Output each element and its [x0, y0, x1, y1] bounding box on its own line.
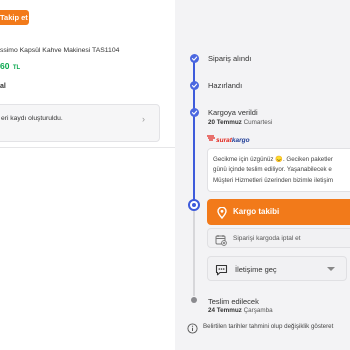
delay-message-box: Gecikme için üzgünüz 😞. Geciken paketler… [207, 148, 350, 192]
notice-text: eri kaydı oluşturuldu. [1, 115, 63, 122]
message-line: Gecikme için üzgünüz 😞. Geciken paketler [213, 156, 333, 163]
cancel-in-cargo-button[interactable]: Siparişi kargoda iptal et [207, 228, 350, 248]
check-icon [190, 108, 199, 117]
order-detail-panel: Takip et ssimo Kapsül Kahve Makinesi TAS… [0, 0, 175, 350]
chevron-right-icon: › [142, 114, 145, 124]
step-prepared: Hazırlandı [208, 81, 243, 90]
cancel-label: Siparişi kargoda iptal et [233, 235, 301, 242]
step-delivery: Teslim edilecek [208, 297, 259, 306]
carrier-logo: suratkargo [207, 129, 250, 144]
message-line: Müşteri Hizmetleri üzerinden bizimle ile… [213, 177, 334, 184]
carrier-logo-mark [207, 135, 215, 141]
product-name[interactable]: ssimo Kapsül Kahve Makinesi TAS1104 [0, 47, 175, 54]
message-line: günü içinde teslim ediliyor. Yaşanabilec… [213, 166, 332, 173]
contact-dropdown[interactable]: İletişime geç [207, 256, 347, 281]
track-cargo-label: Kargo takibi [233, 207, 280, 216]
step-shipped: Kargoya verildi [208, 108, 258, 117]
step-shipped-date: 20 Temmuz Cumartesi [208, 119, 273, 126]
chat-icon [215, 263, 228, 281]
price-currency: TL [12, 65, 21, 71]
contact-label: İletişime geç [235, 265, 277, 274]
record-notice[interactable]: eri kaydı oluşturuldu. › [0, 104, 160, 142]
timeline-progress-line [193, 58, 195, 204]
step-order-received: Sipariş alındı [208, 54, 252, 63]
divider [0, 147, 175, 148]
chevron-down-icon [327, 267, 335, 271]
track-order-button[interactable]: Takip et [0, 10, 29, 25]
check-icon [190, 81, 199, 90]
location-pin-icon [217, 206, 227, 224]
section-label: al [0, 83, 6, 90]
info-icon [187, 321, 198, 339]
current-step-marker [188, 199, 200, 211]
info-note-text: Belirtilen tarihler tahmini olup değişik… [203, 323, 334, 330]
check-icon [190, 54, 199, 63]
step-delivery-date: 24 Temmuz Çarşamba [208, 307, 273, 314]
calendar-cancel-icon [215, 233, 227, 251]
timeline-pending-line [193, 210, 195, 296]
pending-step-marker [191, 297, 197, 303]
product-price: 60 TL [0, 61, 21, 71]
track-cargo-button[interactable]: Kargo takibi [207, 199, 350, 225]
